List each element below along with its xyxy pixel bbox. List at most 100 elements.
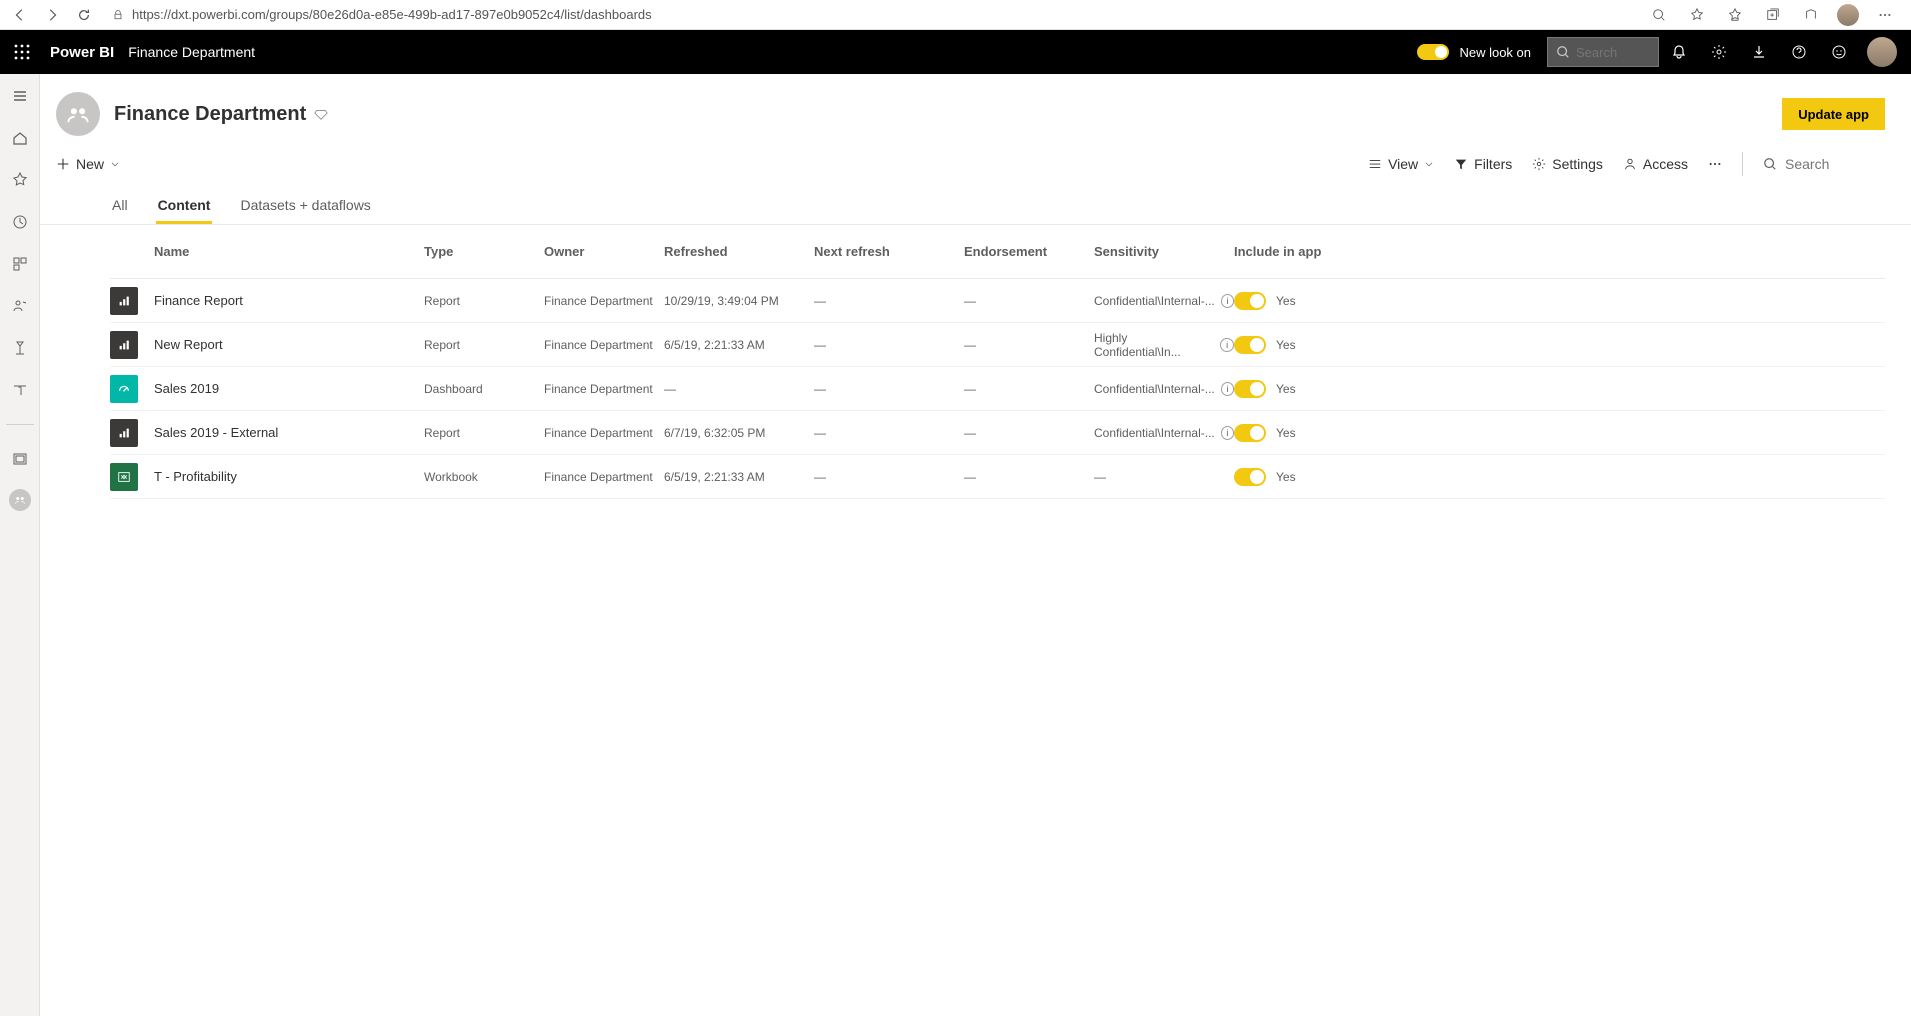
- new-look-toggle[interactable]: New look on: [1417, 44, 1531, 60]
- item-endorsement: —: [964, 338, 1094, 352]
- star-outline-icon[interactable]: [1685, 3, 1709, 27]
- collections-icon[interactable]: [1761, 3, 1785, 27]
- breadcrumb[interactable]: Finance Department: [128, 44, 255, 60]
- col-next-refresh[interactable]: Next refresh: [814, 244, 964, 259]
- item-next-refresh: —: [814, 426, 964, 440]
- app-launcher-icon[interactable]: [0, 30, 44, 74]
- col-refreshed[interactable]: Refreshed: [664, 244, 814, 259]
- include-toggle[interactable]: [1234, 292, 1266, 310]
- premium-diamond-icon: [314, 107, 328, 121]
- help-icon[interactable]: [1779, 30, 1819, 74]
- col-type[interactable]: Type: [424, 244, 544, 259]
- table-row[interactable]: Sales 2019 - ExternalReportFinance Depar…: [110, 411, 1885, 455]
- nav-shared-icon[interactable]: [8, 294, 32, 318]
- browser-chrome: https://dxt.powerbi.com/groups/80e26d0a-…: [0, 0, 1911, 30]
- chevron-down-icon: [1424, 159, 1434, 169]
- chevron-down-icon: [110, 159, 120, 169]
- include-toggle[interactable]: [1234, 380, 1266, 398]
- global-search[interactable]: [1547, 37, 1659, 67]
- feedback-icon[interactable]: [1819, 30, 1859, 74]
- col-include[interactable]: Include in app: [1234, 244, 1414, 259]
- col-name[interactable]: Name: [154, 244, 424, 259]
- item-type: Dashboard: [424, 382, 544, 396]
- notifications-icon[interactable]: [1659, 30, 1699, 74]
- tab-content[interactable]: Content: [156, 189, 213, 224]
- nav-workspaces-icon[interactable]: [8, 447, 32, 471]
- item-refreshed: 10/29/19, 3:49:04 PM: [664, 294, 814, 308]
- new-button[interactable]: New: [56, 156, 120, 172]
- user-avatar[interactable]: [1867, 37, 1897, 67]
- item-name: Finance Report: [154, 293, 424, 308]
- info-icon[interactable]: i: [1221, 382, 1234, 396]
- zoom-icon[interactable]: [1647, 3, 1671, 27]
- col-sensitivity[interactable]: Sensitivity: [1094, 244, 1234, 259]
- brand-label[interactable]: Power BI: [44, 44, 128, 61]
- nav-recent-icon[interactable]: [8, 210, 32, 234]
- info-icon[interactable]: i: [1220, 338, 1234, 352]
- new-look-label: New look on: [1459, 45, 1531, 60]
- content-search[interactable]: [1763, 156, 1885, 172]
- workspace-avatar-icon: [56, 92, 100, 136]
- forward-button[interactable]: [40, 3, 64, 27]
- item-endorsement: —: [964, 294, 1094, 308]
- tab-all[interactable]: All: [110, 189, 130, 224]
- item-next-refresh: —: [814, 470, 964, 484]
- refresh-button[interactable]: [72, 3, 96, 27]
- nav-current-workspace-icon[interactable]: [9, 489, 31, 511]
- download-icon[interactable]: [1739, 30, 1779, 74]
- item-sensitivity: —: [1094, 470, 1234, 484]
- nav-learn-icon[interactable]: [8, 378, 32, 402]
- nav-favorites-icon[interactable]: [8, 168, 32, 192]
- more-options-button[interactable]: [1708, 157, 1722, 171]
- gear-icon: [1532, 157, 1546, 171]
- address-bar[interactable]: https://dxt.powerbi.com/groups/80e26d0a-…: [104, 7, 1639, 22]
- filters-button[interactable]: Filters: [1454, 156, 1512, 172]
- table-row[interactable]: Sales 2019DashboardFinance Department———…: [110, 367, 1885, 411]
- include-label: Yes: [1276, 470, 1296, 484]
- include-label: Yes: [1276, 382, 1296, 396]
- info-icon[interactable]: i: [1221, 426, 1234, 440]
- item-next-refresh: —: [814, 294, 964, 308]
- col-endorsement[interactable]: Endorsement: [964, 244, 1094, 259]
- include-label: Yes: [1276, 338, 1296, 352]
- view-button[interactable]: View: [1368, 156, 1434, 172]
- item-refreshed: 6/5/19, 2:21:33 AM: [664, 470, 814, 484]
- item-owner: Finance Department: [544, 470, 664, 484]
- item-endorsement: —: [964, 470, 1094, 484]
- nav-menu-icon[interactable]: [8, 84, 32, 108]
- include-toggle[interactable]: [1234, 468, 1266, 486]
- more-icon[interactable]: [1873, 3, 1897, 27]
- settings-button[interactable]: Settings: [1532, 156, 1603, 172]
- more-icon: [1708, 157, 1722, 171]
- extension-icon[interactable]: [1799, 3, 1823, 27]
- app-top-nav: Power BI Finance Department New look on: [0, 30, 1911, 74]
- col-owner[interactable]: Owner: [544, 244, 664, 259]
- favorites-icon[interactable]: [1723, 3, 1747, 27]
- back-button[interactable]: [8, 3, 32, 27]
- include-label: Yes: [1276, 294, 1296, 308]
- item-next-refresh: —: [814, 338, 964, 352]
- table-row[interactable]: T - ProfitabilityWorkbookFinance Departm…: [110, 455, 1885, 499]
- content-search-input[interactable]: [1785, 156, 1885, 172]
- workspace-page: Finance Department Update app New View F…: [40, 74, 1911, 1016]
- global-search-input[interactable]: [1576, 45, 1646, 60]
- lock-icon: [112, 9, 124, 21]
- table-row[interactable]: New ReportReportFinance Department6/5/19…: [110, 323, 1885, 367]
- settings-icon[interactable]: [1699, 30, 1739, 74]
- nav-deployment-icon[interactable]: [8, 336, 32, 360]
- info-icon[interactable]: i: [1221, 294, 1234, 308]
- item-refreshed: 6/7/19, 6:32:05 PM: [664, 426, 814, 440]
- access-button[interactable]: Access: [1623, 156, 1688, 172]
- report-icon: [110, 419, 138, 447]
- nav-home-icon[interactable]: [8, 126, 32, 150]
- include-toggle[interactable]: [1234, 424, 1266, 442]
- page-title: Finance Department: [114, 103, 306, 126]
- item-owner: Finance Department: [544, 426, 664, 440]
- profile-avatar[interactable]: [1837, 4, 1859, 26]
- nav-apps-icon[interactable]: [8, 252, 32, 276]
- include-toggle[interactable]: [1234, 336, 1266, 354]
- left-nav-rail: [0, 74, 40, 1016]
- table-row[interactable]: Finance ReportReportFinance Department10…: [110, 279, 1885, 323]
- tab-datasets[interactable]: Datasets + dataflows: [238, 189, 372, 224]
- update-app-button[interactable]: Update app: [1782, 98, 1885, 130]
